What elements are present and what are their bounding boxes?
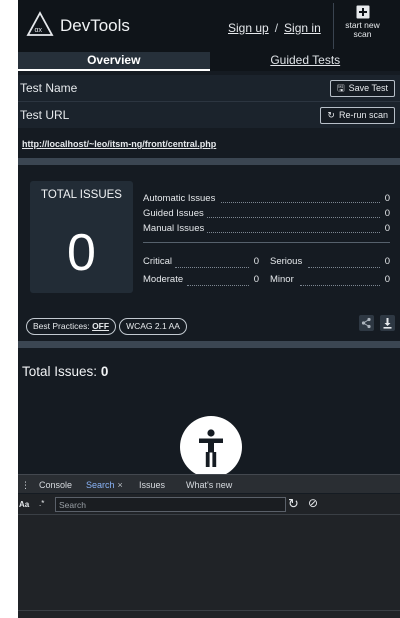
console-tab-console[interactable]: Console bbox=[39, 480, 72, 490]
devtools-panel: αx DevTools Sign up / Sign in start new sc… bbox=[18, 0, 400, 618]
total-issues-tile: TOTAL ISSUES 0 bbox=[30, 181, 133, 293]
guided-issues-label: Guided Issues bbox=[143, 208, 204, 219]
moderate-label: Moderate bbox=[143, 274, 184, 285]
critical-value: 0 bbox=[253, 256, 259, 267]
minor-value: 0 bbox=[384, 274, 390, 285]
dot-leader bbox=[308, 267, 380, 268]
search-results-area bbox=[18, 515, 400, 618]
serious-stat: Serious 0 bbox=[270, 253, 396, 271]
devtools-logo-icon: αx bbox=[26, 11, 54, 36]
console-drawer-tabs: ⋮ Console Search × Issues What's new bbox=[18, 474, 400, 493]
minor-stat: Minor 0 bbox=[270, 271, 396, 289]
match-case-toggle[interactable]: Aa bbox=[19, 500, 29, 509]
regex-toggle[interactable]: .* bbox=[39, 499, 44, 508]
manual-issues-value: 0 bbox=[384, 223, 390, 234]
download-icon bbox=[383, 318, 392, 329]
start-new-scan-button[interactable]: start new scan bbox=[333, 3, 391, 49]
clear-search-icon[interactable]: ⊘ bbox=[308, 496, 318, 510]
tab-guided-tests[interactable]: Guided Tests bbox=[209, 52, 400, 71]
save-test-button[interactable]: 🖫 Save Test bbox=[329, 80, 395, 97]
rerun-scan-label: Re-run scan bbox=[338, 110, 388, 120]
share-button[interactable] bbox=[359, 315, 374, 331]
sign-in-link[interactable]: Sign in bbox=[284, 21, 321, 35]
total-issues-heading-label: Total Issues: bbox=[22, 364, 98, 379]
dot-leader bbox=[175, 267, 249, 268]
test-url-row: Test URL ↻ Re-run scan bbox=[18, 102, 400, 129]
issue-stats: Automatic Issues 0 Guided Issues 0 Manua… bbox=[143, 191, 396, 289]
total-issues-heading: Total Issues: 0 bbox=[22, 364, 108, 379]
critical-stat: Critical 0 bbox=[143, 253, 265, 271]
moderate-value: 0 bbox=[253, 274, 259, 285]
test-url-label: Test URL bbox=[20, 108, 70, 122]
console-tab-search[interactable]: Search × bbox=[86, 480, 123, 490]
auth-links: Sign up / Sign in bbox=[228, 21, 321, 35]
manual-issues-row: Manual Issues 0 bbox=[143, 221, 396, 236]
dot-leader bbox=[207, 217, 380, 218]
save-icon: 🖫 bbox=[336, 83, 345, 93]
minor-label: Minor bbox=[270, 274, 294, 285]
close-search-tab-icon[interactable]: × bbox=[118, 480, 123, 490]
header: αx DevTools Sign up / Sign in start new sc… bbox=[18, 0, 400, 52]
automatic-issues-value: 0 bbox=[384, 193, 390, 204]
accessibility-person-icon bbox=[180, 416, 242, 478]
search-input[interactable] bbox=[55, 497, 286, 512]
total-issues-title: TOTAL ISSUES bbox=[41, 189, 122, 201]
critical-label: Critical bbox=[143, 256, 173, 267]
dot-leader bbox=[300, 285, 380, 286]
rerun-scan-button[interactable]: ↻ Re-run scan bbox=[320, 107, 395, 124]
save-test-label: Save Test bbox=[348, 83, 388, 93]
total-issues-heading-value: 0 bbox=[100, 364, 109, 379]
wcag-standard-badge[interactable]: WCAG 2.1 AA bbox=[119, 318, 187, 335]
console-tab-issues[interactable]: Issues bbox=[139, 480, 165, 490]
section-divider bbox=[18, 158, 400, 165]
refresh-search-icon[interactable]: ↻ bbox=[288, 496, 299, 512]
total-issues-count: 0 bbox=[67, 224, 96, 282]
auth-separator: / bbox=[274, 21, 279, 35]
dot-leader bbox=[221, 202, 380, 203]
main-tabs: Overview Guided Tests bbox=[18, 52, 400, 71]
svg-text:αx: αx bbox=[35, 27, 43, 34]
sign-up-link[interactable]: Sign up bbox=[228, 21, 269, 35]
tab-overview[interactable]: Overview bbox=[18, 52, 210, 71]
scan-settings-badges: Best Practices: OFF WCAG 2.1 AA bbox=[26, 316, 190, 335]
dot-leader bbox=[207, 232, 380, 233]
brand-name: DevTools bbox=[60, 16, 130, 35]
share-icon bbox=[361, 317, 371, 329]
critical-serious-row: Critical 0 Serious 0 bbox=[143, 253, 396, 271]
search-toolbar: Aa .* ↻ ⊘ bbox=[18, 494, 400, 515]
plus-square-icon bbox=[356, 5, 369, 19]
test-name-row: Test Name 🖫 Save Test bbox=[18, 75, 400, 102]
guided-issues-value: 0 bbox=[384, 208, 390, 219]
dot-leader bbox=[187, 285, 249, 286]
tested-url-link[interactable]: http://localhost/~leo/itsm-ng/front/cent… bbox=[22, 139, 216, 149]
moderate-stat: Moderate 0 bbox=[143, 271, 265, 289]
refresh-icon: ↻ bbox=[327, 110, 335, 120]
serious-value: 0 bbox=[384, 256, 390, 267]
drawer-bottom-border bbox=[18, 610, 400, 611]
moderate-minor-row: Moderate 0 Minor 0 bbox=[143, 271, 396, 289]
test-name-label: Test Name bbox=[20, 81, 78, 95]
stats-divider bbox=[143, 242, 390, 243]
automatic-issues-row: Automatic Issues 0 bbox=[143, 191, 396, 206]
start-new-scan-label: start new scan bbox=[345, 20, 380, 39]
download-button[interactable] bbox=[380, 315, 395, 331]
automatic-issues-label: Automatic Issues bbox=[143, 193, 216, 204]
guided-issues-row: Guided Issues 0 bbox=[143, 206, 396, 221]
section-divider bbox=[18, 341, 400, 348]
console-tab-whats-new[interactable]: What's new bbox=[186, 480, 232, 490]
best-practices-toggle[interactable]: Best Practices: OFF bbox=[26, 318, 117, 335]
manual-issues-label: Manual Issues bbox=[143, 223, 205, 234]
drawer-menu-icon[interactable]: ⋮ bbox=[21, 480, 30, 491]
serious-label: Serious bbox=[270, 256, 303, 267]
tested-url-row: http://localhost/~leo/itsm-ng/front/cent… bbox=[18, 128, 400, 156]
